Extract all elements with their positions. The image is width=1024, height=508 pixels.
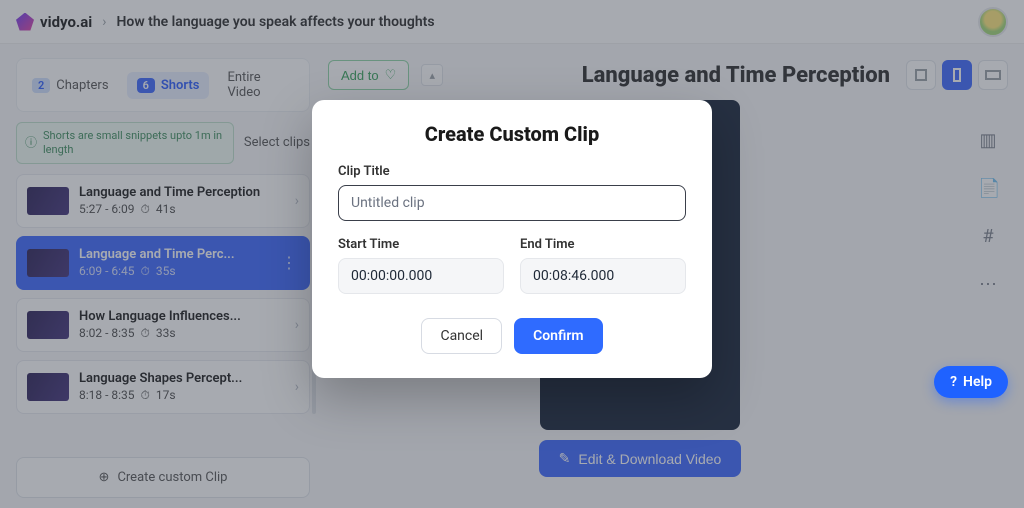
help-icon: ?	[950, 374, 957, 390]
confirm-button[interactable]: Confirm	[514, 318, 602, 354]
help-button[interactable]: ? Help	[934, 366, 1008, 398]
modal-title: Create Custom Clip	[338, 122, 686, 146]
start-time-input[interactable]	[338, 258, 504, 294]
end-time-input[interactable]	[520, 258, 686, 294]
start-time-label: Start Time	[338, 237, 504, 252]
clip-title-input[interactable]	[338, 185, 686, 221]
cancel-button[interactable]: Cancel	[421, 318, 502, 354]
clip-title-label: Clip Title	[338, 164, 686, 179]
create-clip-modal: Create Custom Clip Clip Title Start Time…	[312, 100, 712, 378]
end-time-label: End Time	[520, 237, 686, 252]
help-label: Help	[963, 374, 992, 390]
modal-scrim: Create Custom Clip Clip Title Start Time…	[0, 0, 1024, 508]
